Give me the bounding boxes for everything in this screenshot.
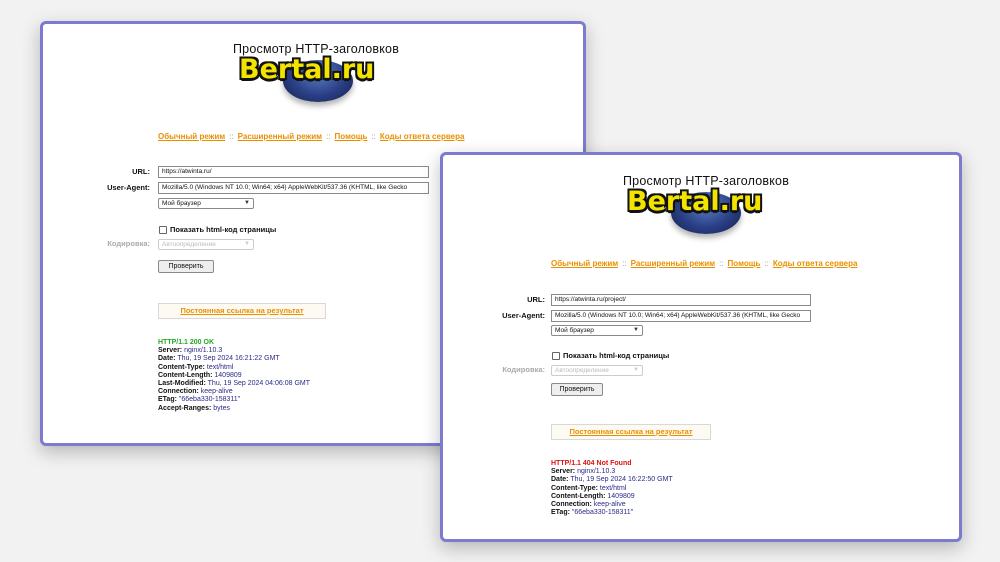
header-value: text/html: [206, 363, 234, 371]
chevron-down-icon: ▼: [244, 241, 250, 247]
header-key: ETag:: [551, 509, 570, 517]
header-value: bytes: [213, 404, 230, 412]
header-value: keep-alive: [200, 388, 233, 396]
status-line: HTTP/1.1 404 Not Found: [551, 460, 632, 467]
encoding-label: Кодировка:: [502, 365, 545, 374]
header-value: nginx/1.10.3: [577, 468, 616, 476]
url-input[interactable]: https://atwinta.ru/project/: [551, 294, 811, 306]
nav-normal-mode[interactable]: Обычный режим: [158, 132, 225, 141]
mode-nav: Обычный режим:: Расширенный режим:: Помощь…: [551, 259, 857, 268]
nav-advanced-mode[interactable]: Расширенный режим: [238, 132, 322, 141]
show-html-checkbox[interactable]: [552, 352, 560, 360]
header-key: Accept-Ranges:: [158, 404, 212, 412]
header-key: Server:: [158, 347, 183, 355]
browser-select-value: Мой браузер: [162, 200, 201, 207]
nav-help[interactable]: Помощь: [335, 132, 368, 141]
response-headers: HTTP/1.1 200 OK Server: nginx/1.10.3 Date…: [158, 339, 310, 413]
url-input[interactable]: https://atwinta.ru/: [158, 166, 429, 178]
browser-window-result-404: Просмотр HTTP-заголовков Bertal.ru Обычн…: [440, 152, 962, 542]
permalink-link[interactable]: Постоянная ссылка на результат: [569, 427, 692, 436]
show-html-checkbox[interactable]: [159, 226, 167, 234]
nav-normal-mode[interactable]: Обычный режим: [551, 259, 618, 268]
header-value: nginx/1.10.3: [184, 347, 223, 355]
header-value: 1409809: [607, 492, 635, 500]
header-row: Date: Thu, 19 Sep 2024 16:22:50 GMT: [551, 476, 673, 484]
header-key: Content-Type:: [158, 363, 205, 371]
header-key: Last-Modified:: [158, 380, 206, 388]
nav-status-codes[interactable]: Коды ответа сервера: [380, 132, 465, 141]
mode-nav: Обычный режим:: Расширенный режим:: Помощь…: [158, 132, 464, 141]
browser-select[interactable]: Мой браузер ▼: [158, 198, 254, 209]
encoding-select-value: Автоопределение: [555, 367, 609, 374]
header-row: Connection: keep-alive: [551, 501, 673, 509]
nav-separator: ::: [764, 259, 769, 268]
browser-select[interactable]: Мой браузер ▼: [551, 325, 643, 336]
header-key: Connection:: [158, 388, 199, 396]
url-label: URL:: [132, 167, 150, 176]
show-html-label: Показать html-код страницы: [170, 225, 277, 234]
header-key: ETag:: [158, 396, 177, 404]
header-key: Server:: [551, 468, 576, 476]
nav-advanced-mode[interactable]: Расширенный режим: [631, 259, 715, 268]
check-button[interactable]: Проверить: [158, 260, 214, 273]
browser-select-value: Мой браузер: [555, 327, 594, 334]
permalink-box: Постоянная ссылка на результат: [158, 303, 326, 319]
header-value: Thu, 19 Sep 2024 16:22:50 GMT: [570, 476, 673, 484]
user-agent-input[interactable]: Mozilla/5.0 (Windows NT 10.0; Win64; x64…: [158, 182, 429, 194]
header-row: Last-Modified: Thu, 19 Sep 2024 04:06:08…: [158, 380, 310, 388]
header-value: Thu, 19 Sep 2024 16:21:22 GMT: [177, 355, 280, 363]
nav-separator: ::: [371, 132, 376, 141]
header-key: Content-Length:: [158, 371, 213, 379]
header-value: "66eba330-158311": [178, 396, 241, 404]
header-value: keep-alive: [593, 501, 626, 509]
header-value: text/html: [599, 484, 627, 492]
logo-bertal: Bertal.ru: [627, 186, 763, 217]
header-key: Date:: [551, 476, 569, 484]
header-row: Date: Thu, 19 Sep 2024 16:21:22 GMT: [158, 355, 310, 363]
header-row: Content-Type: text/html: [158, 364, 310, 372]
nav-help[interactable]: Помощь: [728, 259, 761, 268]
chevron-down-icon: ▼: [633, 367, 639, 373]
header-row: Content-Length: 1409809: [158, 372, 310, 380]
header-value: "66eba330-158311": [571, 509, 634, 517]
nav-separator: ::: [326, 132, 331, 141]
nav-status-codes[interactable]: Коды ответа сервера: [773, 259, 858, 268]
encoding-select-value: Автоопределение: [162, 241, 216, 248]
chevron-down-icon: ▼: [244, 200, 250, 206]
header-value: Thu, 19 Sep 2024 04:06:08 GMT: [207, 380, 311, 388]
status-line: HTTP/1.1 200 OK: [158, 339, 215, 346]
header-row: ETag: "66eba330-158311": [158, 396, 310, 404]
encoding-label: Кодировка:: [107, 239, 150, 248]
header-value: 1409809: [214, 371, 242, 379]
permalink-box: Постоянная ссылка на результат: [551, 424, 711, 440]
user-agent-label: User-Agent:: [502, 311, 545, 320]
header-row: Accept-Ranges: bytes: [158, 405, 310, 413]
user-agent-input[interactable]: Mozilla/5.0 (Windows NT 10.0; Win64; x64…: [551, 310, 811, 322]
header-key: Connection:: [551, 501, 592, 509]
header-row: ETag: "66eba330-158311": [551, 509, 673, 517]
header-key: Content-Length:: [551, 492, 606, 500]
header-row: Server: nginx/1.10.3: [551, 468, 673, 476]
nav-separator: ::: [229, 132, 234, 141]
header-row: Server: nginx/1.10.3: [158, 347, 310, 355]
nav-separator: ::: [719, 259, 724, 268]
chevron-down-icon: ▼: [633, 327, 639, 333]
header-key: Content-Type:: [551, 484, 598, 492]
nav-separator: ::: [622, 259, 627, 268]
encoding-select[interactable]: Автоопределение ▼: [158, 239, 254, 250]
user-agent-label: User-Agent:: [107, 183, 150, 192]
check-button[interactable]: Проверить: [551, 383, 603, 396]
header-key: Date:: [158, 355, 176, 363]
header-row: Content-Type: text/html: [551, 485, 673, 493]
header-row: Content-Length: 1409809: [551, 493, 673, 501]
logo-bertal: Bertal.ru: [239, 54, 375, 85]
url-label: URL:: [527, 295, 545, 304]
permalink-link[interactable]: Постоянная ссылка на результат: [180, 306, 303, 315]
encoding-select[interactable]: Автоопределение ▼: [551, 365, 643, 376]
show-html-label: Показать html-код страницы: [563, 351, 670, 360]
response-headers: HTTP/1.1 404 Not Found Server: nginx/1.1…: [551, 460, 673, 517]
header-row: Connection: keep-alive: [158, 388, 310, 396]
